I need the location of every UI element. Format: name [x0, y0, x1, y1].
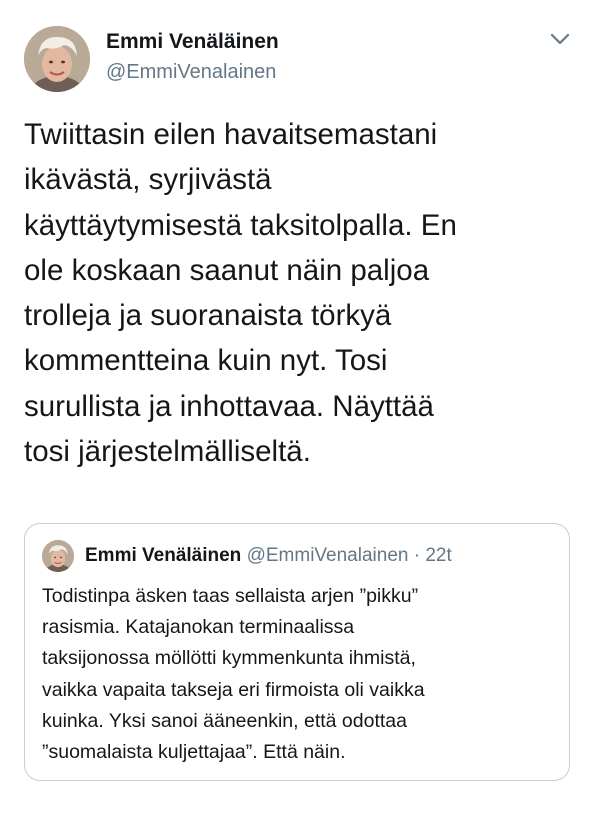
quoted-tweet-text: Todistinpa äsken taas sellaista arjen ”p… [42, 581, 562, 768]
avatar-image [42, 540, 74, 572]
author-block: Emmi Venäläinen @EmmiVenalainen [106, 29, 279, 85]
quoted-author-display-name: Emmi Venäläinen [85, 545, 242, 566]
quoted-tweet-timestamp: 22t [425, 545, 452, 566]
quoted-text-line: Todistinpa äsken taas sellaista arjen ”p… [42, 585, 419, 607]
tweet-text-line: tosi järjestelmälliseltä. [24, 435, 311, 469]
tweet-text-line: käyttäytymisestä taksitolpalla. En [24, 208, 457, 242]
tweet-text-line: Twiittasin eilen havaitsemastani [24, 118, 438, 151]
author-handle[interactable]: @EmmiVenalainen [106, 59, 279, 85]
tweet-text-line: trolleja ja suoranaista törkyä [24, 299, 392, 333]
quoted-text-line: kuinka. Yksi sanoi ääneenkin, että odott… [42, 709, 407, 732]
quoted-text-line: taksijonossa möllötti kymmenkunta ihmist… [42, 647, 416, 670]
tweet-text-line: ole koskaan saanut näin paljoa [24, 253, 430, 287]
quoted-text-line: ”suomalaista kuljettajaa”. Että näin. [42, 741, 346, 764]
quoted-text-line: vaikka vapaita takseja eri firmoista oli… [42, 678, 425, 701]
chevron-down-icon[interactable] [548, 28, 572, 50]
tweet-text-line: surullista ja inhottavaa. Näyttää [24, 389, 434, 423]
tweet-text-line: kommentteina kuin nyt. Tosi [24, 344, 388, 378]
separator-dot: · [408, 545, 426, 566]
tweet-text-line: ikävästä, syrjivästä [24, 163, 272, 197]
quoted-tweet-card[interactable]: Emmi Venäläinen @EmmiVenalainen · 22t To… [24, 523, 570, 781]
quoted-author-avatar [42, 540, 74, 572]
tweet: Emmi Venäläinen @EmmiVenalainen Twiittas… [0, 0, 593, 822]
author-display-name[interactable]: Emmi Venäläinen [106, 29, 279, 55]
quoted-tweet-header: Emmi Venäläinen @EmmiVenalainen · 22t [85, 543, 452, 569]
tweet-text: Twiittasin eilen havaitsemastani ikäväst… [24, 112, 580, 474]
quoted-author-handle: @EmmiVenalainen [246, 545, 409, 566]
quoted-text-line: rasismia. Katajanokan terminaalissa [42, 616, 355, 639]
avatar-image [24, 26, 90, 92]
author-avatar[interactable] [24, 26, 90, 92]
